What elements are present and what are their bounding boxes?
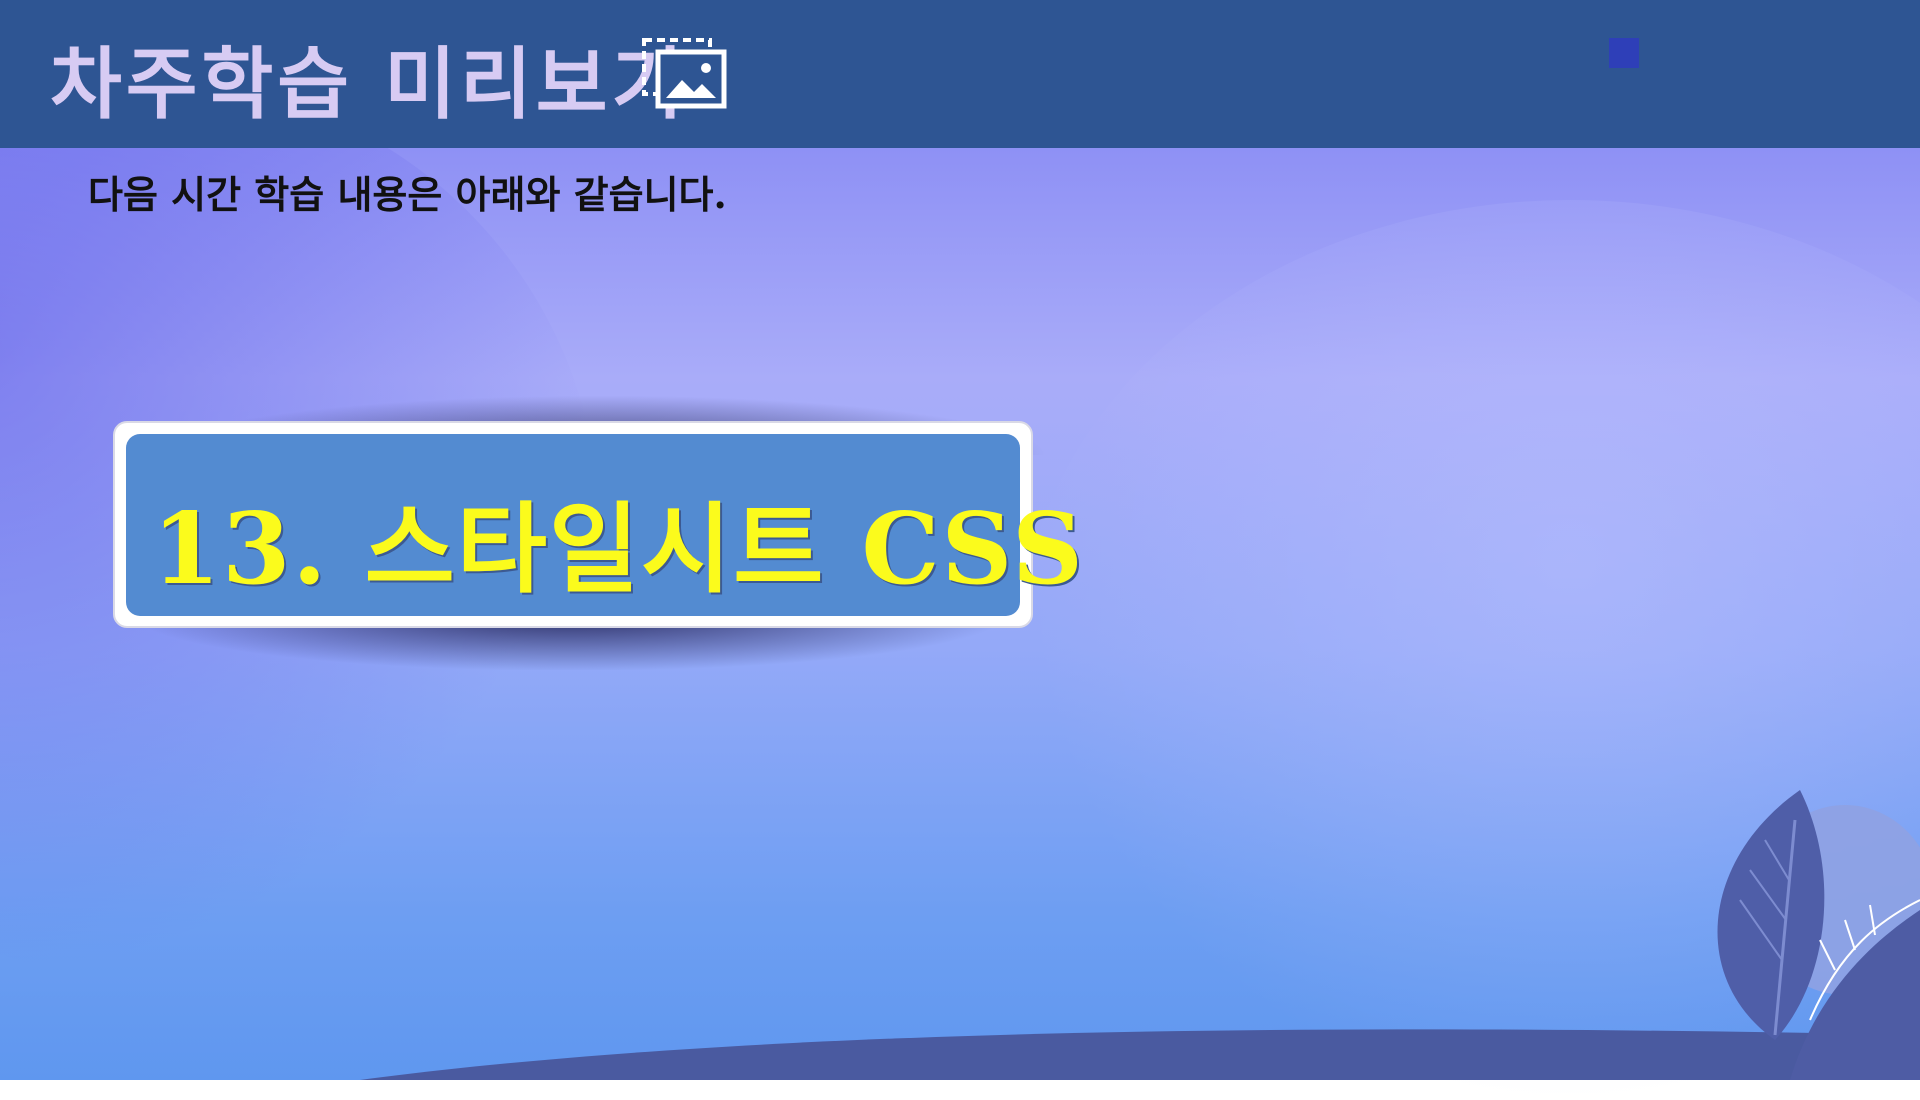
header-bar: 차주학습 미리보기 [0,0,1920,148]
page-title: 차주학습 미리보기 [50,39,688,130]
topic-title: 13. 스타일시트 CSS [152,492,1085,607]
image-preview-icon [642,38,727,109]
subtitle-text: 다음 시간 학습 내용은 아래와 같습니다. [88,172,727,217]
corner-square [1609,38,1639,68]
leaf-illustration [1717,790,1920,1080]
